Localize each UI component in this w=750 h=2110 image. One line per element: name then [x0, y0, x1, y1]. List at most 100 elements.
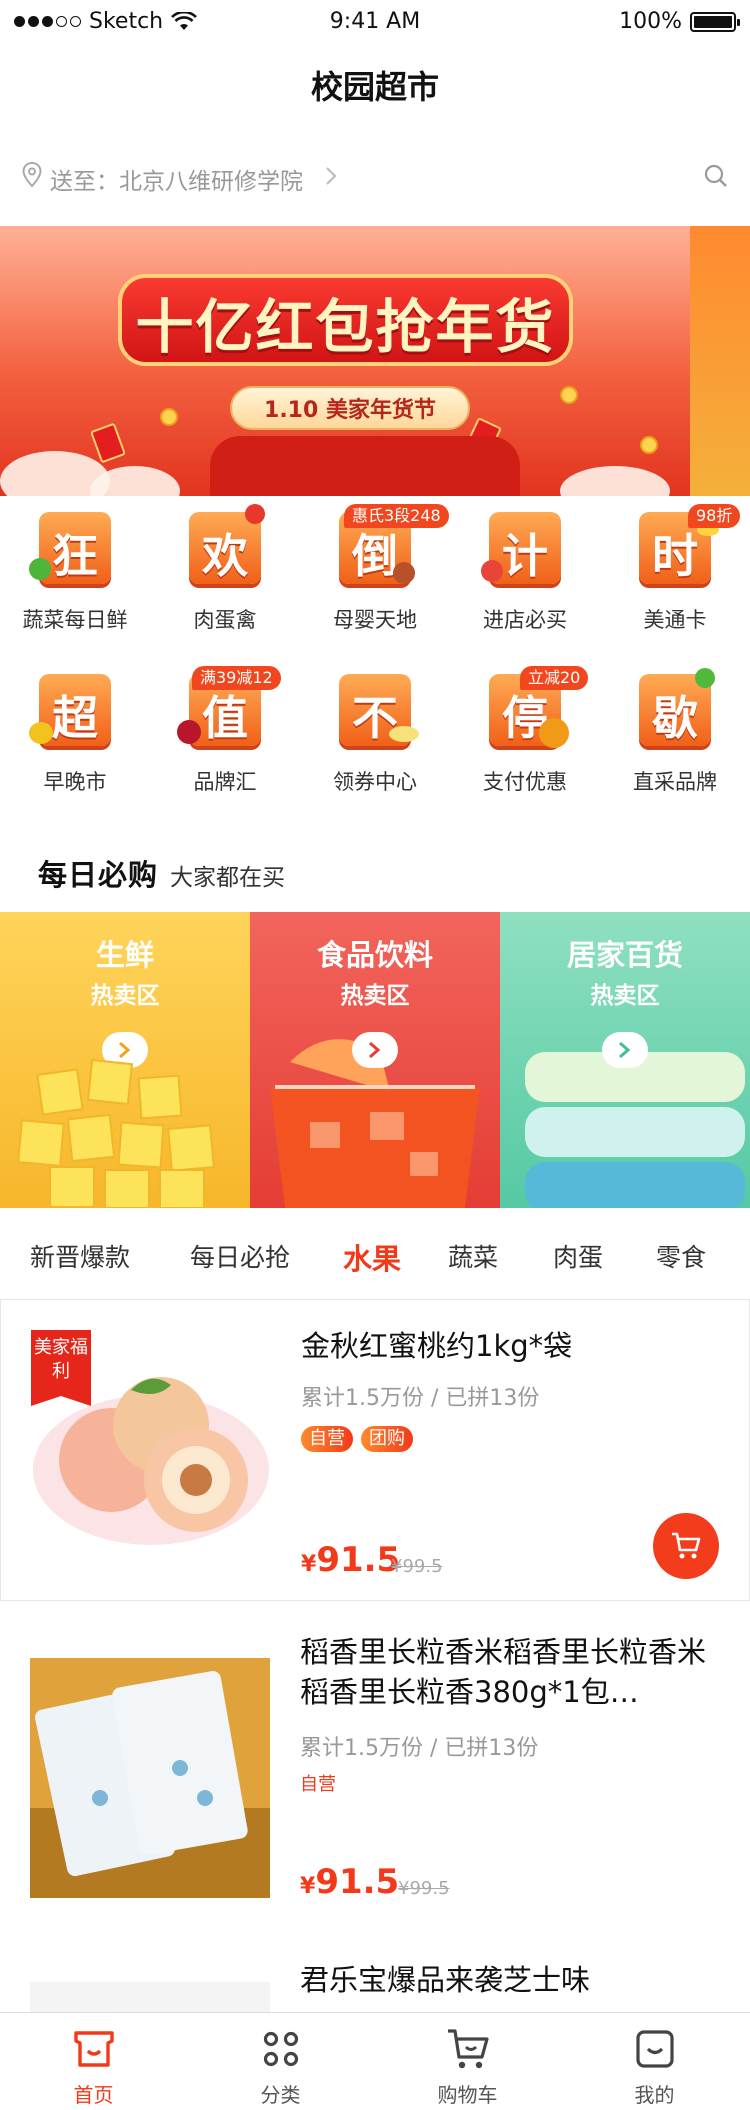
tab-daily-grab[interactable]: 每日必抢	[190, 1238, 290, 1274]
category-card-food-drinks[interactable]: 食品饮料 热卖区	[250, 912, 500, 1208]
tab-cart[interactable]: 购物车	[374, 2013, 561, 2110]
grid-item-meitong-card[interactable]: 时 98折 美通卡	[600, 504, 750, 634]
tab-label: 首页	[73, 2083, 114, 2107]
add-to-cart-button[interactable]	[653, 1513, 719, 1579]
grid-item-label: 进店必买	[483, 608, 567, 632]
banner-subtitle: 1.10 美家年货节	[264, 398, 436, 423]
price-value: 91.5	[315, 1862, 400, 1902]
product-tags: 自营	[300, 1772, 336, 1798]
address-prefix: 送至：	[50, 169, 119, 195]
grid-item-must-buy[interactable]: 计 进店必买	[450, 504, 600, 634]
product-image[interactable]	[30, 1982, 270, 2012]
grid-item-payment-offers[interactable]: 停 立减20 支付优惠	[450, 666, 600, 796]
product-price: ¥91.5	[300, 1862, 399, 1902]
category-arrow-button[interactable]	[352, 1032, 398, 1068]
category-card-fresh[interactable]: 生鲜 热卖区	[0, 912, 250, 1208]
grid-item-label: 直采品牌	[633, 770, 717, 794]
grid-item-label: 母婴天地	[333, 608, 417, 632]
product-title[interactable]: 稻香里长粒香米稻香里长粒香米稻香里长粒香380g*1包…	[300, 1632, 720, 1712]
tab-fruit[interactable]: 水果	[343, 1236, 401, 1278]
tab-snacks[interactable]: 零食	[656, 1238, 706, 1274]
battery-percent: 100%	[619, 9, 682, 34]
tab-label: 我的	[634, 2083, 675, 2107]
product-title[interactable]: 君乐宝爆品来袭芝士味	[300, 1960, 720, 2000]
currency-symbol: ¥	[300, 1874, 316, 1899]
category-title: 食品饮料	[316, 938, 433, 972]
tab-new-hits[interactable]: 新晋爆款	[30, 1238, 130, 1274]
grid-item-morning-market[interactable]: 超 早晚市	[0, 666, 150, 796]
cart-icon	[448, 2029, 489, 2069]
grid-item-label: 蔬菜每日鲜	[22, 608, 128, 632]
kuang-tile-icon: 狂	[29, 512, 111, 584]
grid-item-brand-hub[interactable]: 值 满39减12 品牌汇	[150, 666, 300, 796]
grid-item-vegetables[interactable]: 狂 蔬菜每日鲜	[0, 504, 150, 634]
tag-self-operated: 自营	[300, 1774, 336, 1795]
tab-profile[interactable]: 我的	[561, 2013, 748, 2110]
tab-vegetables[interactable]: 蔬菜	[448, 1238, 498, 1274]
grid-item-label: 支付优惠	[483, 770, 567, 794]
mango-illustration	[17, 1058, 215, 1208]
grid-item-label: 领券中心	[333, 770, 417, 794]
chevron-right-icon	[369, 1041, 381, 1059]
category-arrow-button[interactable]	[602, 1032, 648, 1068]
tab-category[interactable]: 分类	[187, 2013, 374, 2110]
search-icon[interactable]	[704, 164, 728, 188]
grid-item-mother-baby[interactable]: 倒 惠氏3段248 母婴天地	[300, 504, 450, 634]
product-meta: 累计1.5万份 / 已拼13份	[300, 1736, 539, 1761]
original-price: ¥99.5	[391, 1556, 443, 1577]
address-location: 北京八维研修学院	[119, 169, 303, 195]
profile-icon	[636, 2030, 674, 2068]
tab-home[interactable]: 首页	[0, 2013, 187, 2110]
red-bag-decoration	[210, 436, 520, 496]
rice-bag-illustration	[30, 1658, 270, 1898]
tab-label: 分类	[260, 2083, 301, 2107]
product-price: ¥91.5	[301, 1540, 400, 1580]
address-text[interactable]: 送至：北京八维研修学院	[50, 162, 303, 196]
category-icon	[263, 2031, 299, 2067]
tag-self-operated: 自营	[301, 1426, 353, 1452]
product-card[interactable]: 稻香里长粒香米稻香里长粒香米稻香里长粒香380g*1包… 累计1.5万份 / 已…	[0, 1618, 750, 1914]
grid-item-coupon-center[interactable]: 不 领券中心	[300, 666, 450, 796]
welfare-ribbon: 美家福利	[31, 1330, 91, 1406]
battery-icon	[690, 11, 740, 32]
product-tabs: 新晋爆款 每日必抢 水果 蔬菜 肉蛋 零食	[0, 1238, 750, 1278]
product-title[interactable]: 金秋红蜜桃约1kg*袋	[301, 1326, 721, 1366]
product-card[interactable]: 君乐宝爆品来袭芝士味	[0, 1960, 750, 2020]
hot-category-row: 生鲜 热卖区 食品饮料 热卖区 居家百货 热卖区	[0, 912, 750, 1208]
bottom-tab-bar: 首页 分类 购物车 我的	[0, 2012, 750, 2110]
grid-item-label: 早晚市	[43, 770, 107, 794]
tag-group-buy: 团购	[361, 1426, 413, 1452]
product-meta: 累计1.5万份 / 已拼13份	[301, 1386, 540, 1411]
category-title: 居家百货	[566, 938, 683, 972]
grid-item-direct-brands[interactable]: 歇 直采品牌	[600, 666, 750, 796]
promo-badge: 98折	[688, 504, 741, 528]
grid-item-label: 肉蛋禽	[193, 608, 257, 632]
promo-badge: 满39减12	[192, 666, 281, 690]
product-image[interactable]	[30, 1658, 270, 1898]
category-card-household[interactable]: 居家百货 热卖区	[500, 912, 750, 1208]
tab-label: 购物车	[437, 2083, 498, 2107]
grid-item-meat-eggs[interactable]: 欢 肉蛋禽	[150, 504, 300, 634]
location-pin-icon	[22, 162, 42, 188]
promo-banner[interactable]: 十亿红包抢年货 1.10 美家年货节	[0, 226, 750, 496]
original-price: ¥99.5	[398, 1878, 450, 1899]
page-title: 校园超市	[310, 68, 439, 106]
cart-icon	[672, 1532, 701, 1559]
tab-meat-eggs[interactable]: 肉蛋	[553, 1238, 603, 1274]
daily-subtitle: 大家都在买	[170, 865, 286, 891]
chao-tile-icon: 超	[29, 674, 111, 746]
xie-tile-icon: 歇	[639, 668, 715, 746]
huan-tile-icon: 欢	[189, 504, 265, 584]
price-value: 91.5	[316, 1540, 401, 1580]
coin-icon	[160, 408, 178, 426]
delivery-address-bar[interactable]: 送至：北京八维研修学院	[0, 152, 750, 202]
status-bar: Sketch 9:41 AM 100%	[0, 0, 750, 44]
daily-title: 每日必购	[38, 858, 159, 892]
home-icon	[74, 2031, 114, 2067]
product-card[interactable]: 美家福利 金秋红蜜桃约1kg*袋 累计1.5万份 / 已拼13份 自营 团购 ¥…	[0, 1299, 750, 1601]
currency-symbol: ¥	[301, 1552, 317, 1577]
promo-badge: 惠氏3段248	[344, 504, 449, 528]
category-subtitle: 热卖区	[340, 983, 410, 1009]
promo-badge: 立减20	[520, 666, 589, 690]
coin-icon	[640, 436, 658, 454]
